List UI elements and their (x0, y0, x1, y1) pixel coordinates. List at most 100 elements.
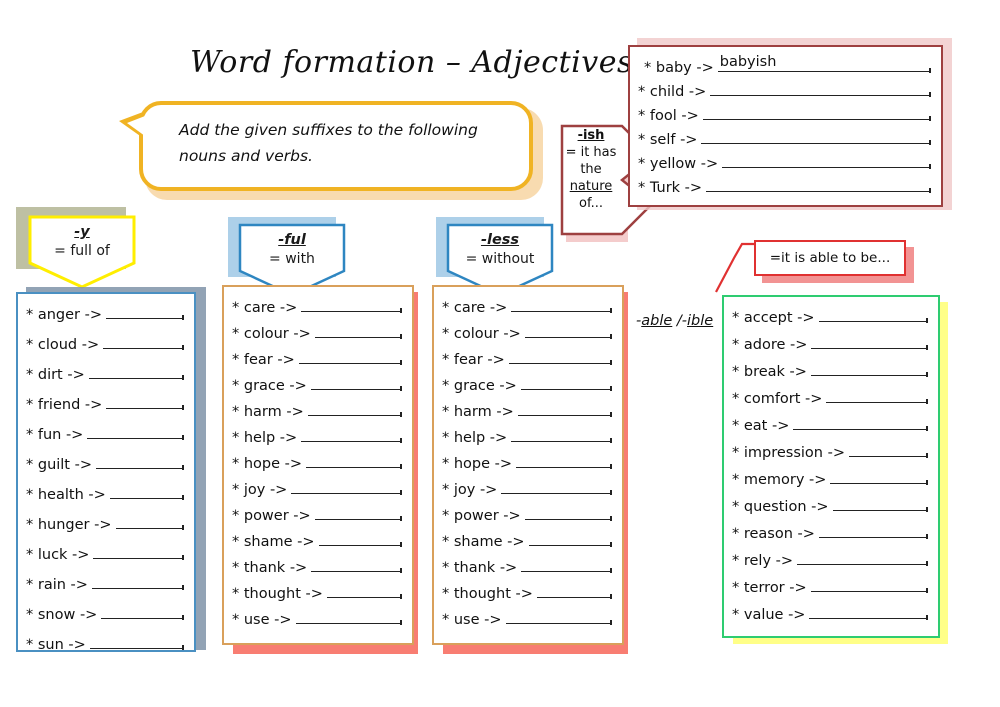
page-title: Word formation – Adjectives (190, 45, 633, 80)
word-row: * comfort -> (732, 386, 928, 407)
ish-rows: * baby -> babyish * child -> * fool -> * sel… (638, 54, 932, 196)
prompt-word: * colour -> (442, 326, 521, 342)
prompt-word: * health -> (26, 487, 106, 503)
word-row: * shame -> (442, 529, 613, 550)
answer-blank[interactable] (311, 555, 402, 573)
answer-blank[interactable] (301, 295, 402, 313)
answer-blank[interactable] (811, 332, 928, 350)
prompt-word: * power -> (442, 508, 521, 524)
answer-blank[interactable] (832, 494, 928, 512)
answer-blank[interactable] (93, 542, 184, 560)
word-row: * anger -> (26, 302, 184, 323)
answer-blank[interactable] (103, 332, 184, 350)
word-row: * joy -> (232, 477, 402, 498)
answer-blank[interactable] (109, 482, 185, 500)
answer-blank[interactable] (505, 607, 613, 625)
answer-blank[interactable] (106, 392, 184, 410)
word-row: * reason -> (732, 521, 929, 542)
answer-blank[interactable] (826, 386, 928, 404)
answer-blank[interactable] (702, 103, 932, 121)
answer-blank[interactable] (818, 305, 928, 323)
word-row: * harm -> (442, 399, 613, 420)
answer-blank[interactable] (528, 529, 613, 547)
word-row: * care -> (442, 295, 612, 316)
prompt-word: * hunger -> (26, 517, 112, 533)
answer-blank[interactable] (516, 451, 612, 469)
word-row: * terror -> (732, 575, 929, 596)
word-row: * grace -> (442, 373, 613, 394)
word-row: * thought -> (232, 581, 403, 602)
word-row: * accept -> (732, 305, 928, 326)
prompt-word: * anger -> (26, 307, 103, 323)
word-row: * eat -> (732, 413, 928, 434)
answer-blank[interactable] (88, 362, 185, 380)
answer-blank[interactable] (524, 503, 613, 521)
word-row: * baby -> babyish (644, 54, 932, 76)
answer-blank[interactable]: babyish (717, 54, 932, 73)
answer-blank[interactable] (524, 321, 613, 339)
prompt-word: * hope -> (442, 456, 513, 472)
answer-blank[interactable] (701, 127, 931, 145)
answer-blank[interactable] (306, 451, 402, 469)
answer-blank[interactable] (310, 373, 403, 391)
answer-blank[interactable] (307, 399, 403, 417)
answer-blank[interactable] (295, 607, 403, 625)
word-row: * child -> (638, 79, 931, 100)
answer-blank[interactable] (818, 521, 929, 539)
answer-blank[interactable] (517, 399, 613, 417)
answer-blank[interactable] (87, 422, 184, 440)
word-row: * self -> (638, 127, 931, 148)
word-row: * cloud -> (26, 332, 184, 353)
answer-blank[interactable] (96, 452, 184, 470)
prompt-word: * luck -> (26, 547, 90, 563)
word-row: * rely -> (732, 548, 928, 569)
ish-meaning-line-4: of... (579, 196, 603, 211)
able-label-ible: ible (687, 313, 714, 329)
answer-blank[interactable] (106, 302, 184, 320)
answer-blank[interactable] (830, 467, 928, 485)
answer-blank[interactable] (115, 512, 185, 530)
answer-blank[interactable] (797, 548, 928, 566)
answer-blank[interactable] (511, 295, 612, 313)
answer-blank[interactable] (706, 175, 931, 193)
answer-blank[interactable] (291, 477, 402, 495)
answer-blank[interactable] (314, 503, 403, 521)
prompt-word: * comfort -> (732, 391, 823, 407)
answer-blank[interactable] (89, 632, 185, 650)
ish-suffix-label: -ish (577, 128, 605, 143)
word-row: * yellow -> (638, 151, 931, 172)
prompt-word: * harm -> (232, 404, 304, 420)
word-row: * help -> (442, 425, 612, 446)
word-row: * impression -> (732, 440, 929, 461)
prompt-word: * thought -> (232, 586, 323, 602)
prompt-word: * use -> (442, 612, 502, 628)
word-row: * Turk -> (638, 175, 931, 196)
answer-blank[interactable] (91, 572, 185, 590)
answer-blank[interactable] (508, 347, 613, 365)
answer-blank[interactable] (809, 602, 928, 620)
word-row: * use -> (232, 607, 403, 628)
answer-blank[interactable] (298, 347, 403, 365)
prompt-word: * guilt -> (26, 457, 92, 473)
answer-blank[interactable] (810, 575, 929, 593)
answer-blank[interactable] (314, 321, 403, 339)
answer-blank[interactable] (521, 555, 612, 573)
answer-blank[interactable] (318, 529, 403, 547)
answer-blank[interactable] (501, 477, 612, 495)
answer-blank[interactable] (520, 373, 613, 391)
answer-blank[interactable] (793, 413, 928, 431)
less-list-box: * care -> * colour -> * fear -> * grace -> *… (432, 285, 624, 645)
able-callout: =it is able to be... (754, 240, 906, 276)
prompt-word: * eat -> (732, 418, 790, 434)
answer-blank[interactable] (810, 359, 929, 377)
answer-blank[interactable] (326, 581, 403, 599)
answer-blank[interactable] (536, 581, 613, 599)
answer-blank[interactable] (301, 425, 402, 443)
answer-blank[interactable] (511, 425, 612, 443)
prompt-word: * help -> (442, 430, 508, 446)
answer-blank[interactable] (710, 79, 931, 97)
answer-blank[interactable] (848, 440, 929, 458)
answer-blank[interactable] (722, 151, 931, 169)
answer-blank[interactable] (101, 602, 184, 620)
less-suffix-label: -less (480, 232, 520, 248)
